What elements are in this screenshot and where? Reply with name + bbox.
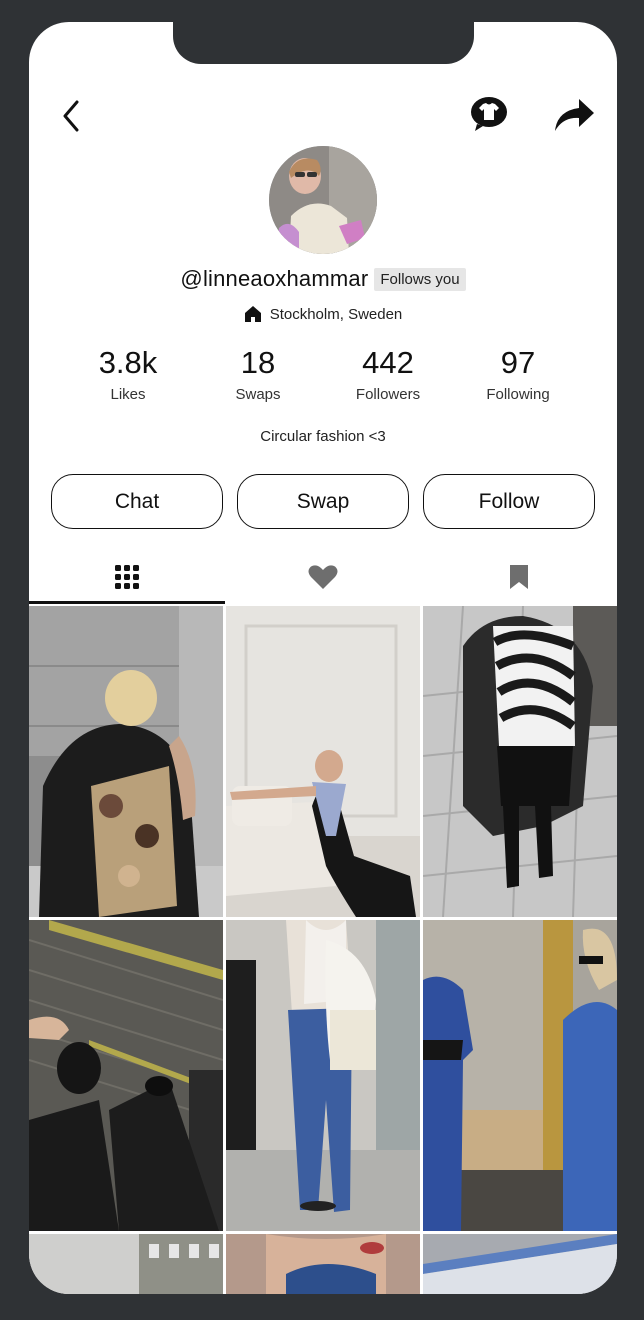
post-thumbnail[interactable]: [29, 1234, 223, 1294]
post-thumbnail[interactable]: [423, 1234, 617, 1294]
stat-swaps[interactable]: 18 Swaps: [193, 344, 323, 403]
chat-button[interactable]: Chat: [51, 474, 223, 529]
phone-notch: [173, 22, 474, 64]
stat-value: 3.8k: [98, 345, 158, 380]
tab-posts[interactable]: [29, 550, 225, 604]
swap-button[interactable]: Swap: [237, 474, 409, 529]
action-buttons: Chat Swap Follow: [51, 474, 595, 529]
post-thumbnail[interactable]: [29, 606, 223, 917]
message-button[interactable]: [467, 92, 511, 136]
back-chevron-icon: [63, 100, 79, 132]
location-row: Stockholm, Sweden: [29, 302, 617, 326]
phone-screen: @linneaoxhammar Follows you Stockholm, S…: [29, 22, 617, 1294]
follows-you-badge: Follows you: [374, 267, 466, 291]
tab-likes[interactable]: [225, 550, 421, 604]
stat-label: Likes: [110, 386, 146, 403]
stat-likes[interactable]: 3.8k Likes: [63, 344, 193, 403]
username: @linneaoxhammar: [180, 266, 369, 291]
stat-value: 97: [500, 345, 536, 380]
stat-following[interactable]: 97 Following: [453, 344, 583, 403]
grid-icon: [115, 565, 139, 589]
stat-label: Following: [486, 386, 550, 403]
stat-label: Swaps: [235, 386, 281, 403]
share-arrow-icon: [555, 99, 594, 131]
post-thumbnail[interactable]: [423, 606, 617, 917]
stat-followers[interactable]: 442 Followers: [323, 344, 453, 403]
profile-bio: Circular fashion <3: [260, 428, 386, 445]
home-icon: [244, 306, 261, 322]
tshirt-chat-icon: [471, 97, 507, 131]
post-thumbnail[interactable]: [29, 920, 223, 1231]
stats-row: 3.8k Likes 18 Swaps 442 Followers 97 Fol…: [63, 344, 583, 403]
post-thumbnail[interactable]: [423, 920, 617, 1231]
post-thumbnail[interactable]: [226, 1234, 420, 1294]
post-thumbnail[interactable]: [226, 606, 420, 917]
profile-avatar[interactable]: [269, 146, 377, 254]
stat-label: Followers: [355, 386, 421, 403]
stat-value: 442: [362, 345, 414, 380]
heart-icon: [308, 565, 338, 589]
profile-tabs: [29, 550, 617, 604]
bookmark-icon: [510, 565, 528, 589]
tab-saved[interactable]: [421, 550, 617, 604]
post-thumbnail[interactable]: [226, 920, 420, 1231]
post-grid: [29, 606, 617, 1294]
location-text: Stockholm, Sweden: [269, 305, 403, 323]
stat-value: 18: [240, 345, 276, 380]
follow-button[interactable]: Follow: [423, 474, 595, 529]
share-button[interactable]: [549, 92, 599, 138]
username-row: @linneaoxhammar Follows you: [29, 264, 617, 294]
back-button[interactable]: [53, 94, 89, 138]
